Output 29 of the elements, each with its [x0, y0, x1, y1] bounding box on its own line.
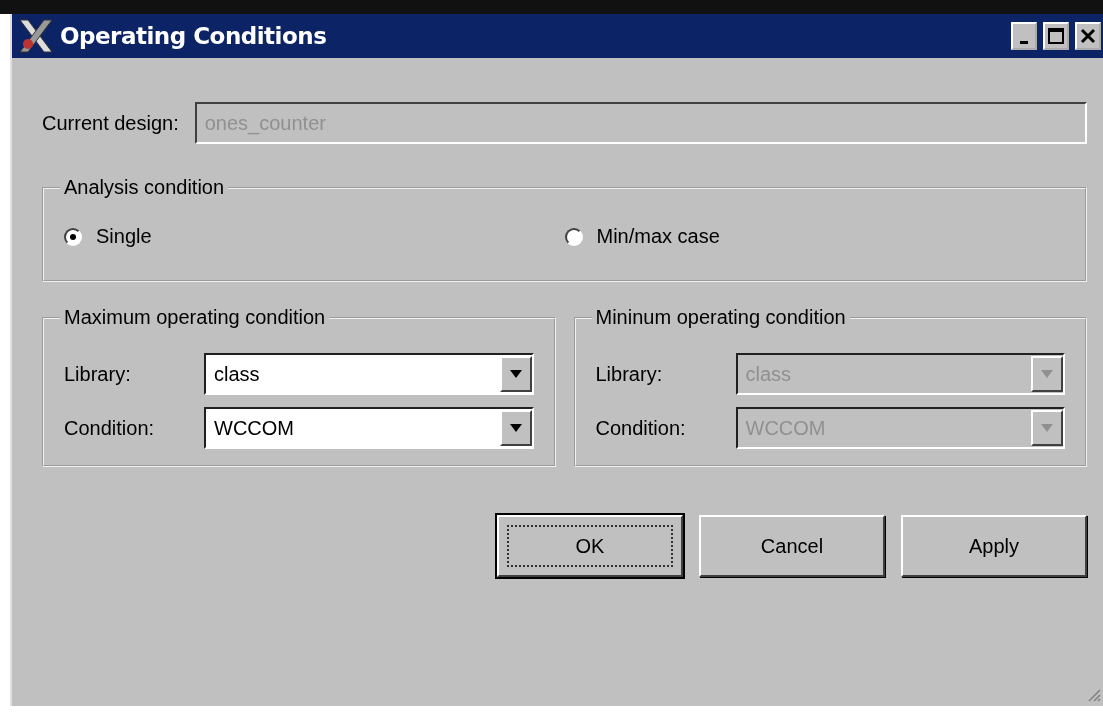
- close-icon: [1080, 28, 1096, 44]
- dropdown-arrow-icon: [509, 424, 522, 432]
- field-label: Condition:: [64, 416, 156, 440]
- minimize-button[interactable]: [1011, 22, 1037, 50]
- field-label: Current design:: [42, 111, 179, 135]
- minimize-icon: [1020, 40, 1028, 44]
- field-label: Library:: [595, 362, 664, 386]
- dropdown-arrow-icon: [1041, 424, 1053, 432]
- dropdown-arrow-icon: [509, 370, 522, 378]
- radio-button[interactable]: [64, 227, 82, 246]
- field-label: Condition:: [595, 416, 687, 440]
- window-title: Operating Conditions: [60, 23, 328, 49]
- radio-button[interactable]: [564, 227, 583, 246]
- radio-label[interactable]: Min/max case: [596, 225, 720, 248]
- dropdown-arrow-icon: [1041, 370, 1053, 378]
- dialog-button[interactable]: OK: [497, 515, 683, 577]
- dropdown[interactable]: WCCOM: [204, 407, 534, 449]
- close-button[interactable]: [1075, 22, 1101, 50]
- maximize-button[interactable]: [1043, 22, 1069, 50]
- dropdown[interactable]: class: [204, 353, 534, 395]
- dialog-button[interactable]: Cancel: [699, 515, 885, 577]
- group-title: Analysis condition: [63, 176, 226, 199]
- field-label: Library:: [64, 362, 132, 386]
- group-title: Maximum operating condition: [63, 306, 327, 329]
- x-logo-icon: [16, 18, 56, 54]
- radio-label[interactable]: Single: [96, 225, 152, 248]
- maximize-icon: [1048, 28, 1064, 44]
- dialog-button[interactable]: Apply: [901, 515, 1087, 577]
- group-title: Mininum operating condition: [594, 306, 847, 329]
